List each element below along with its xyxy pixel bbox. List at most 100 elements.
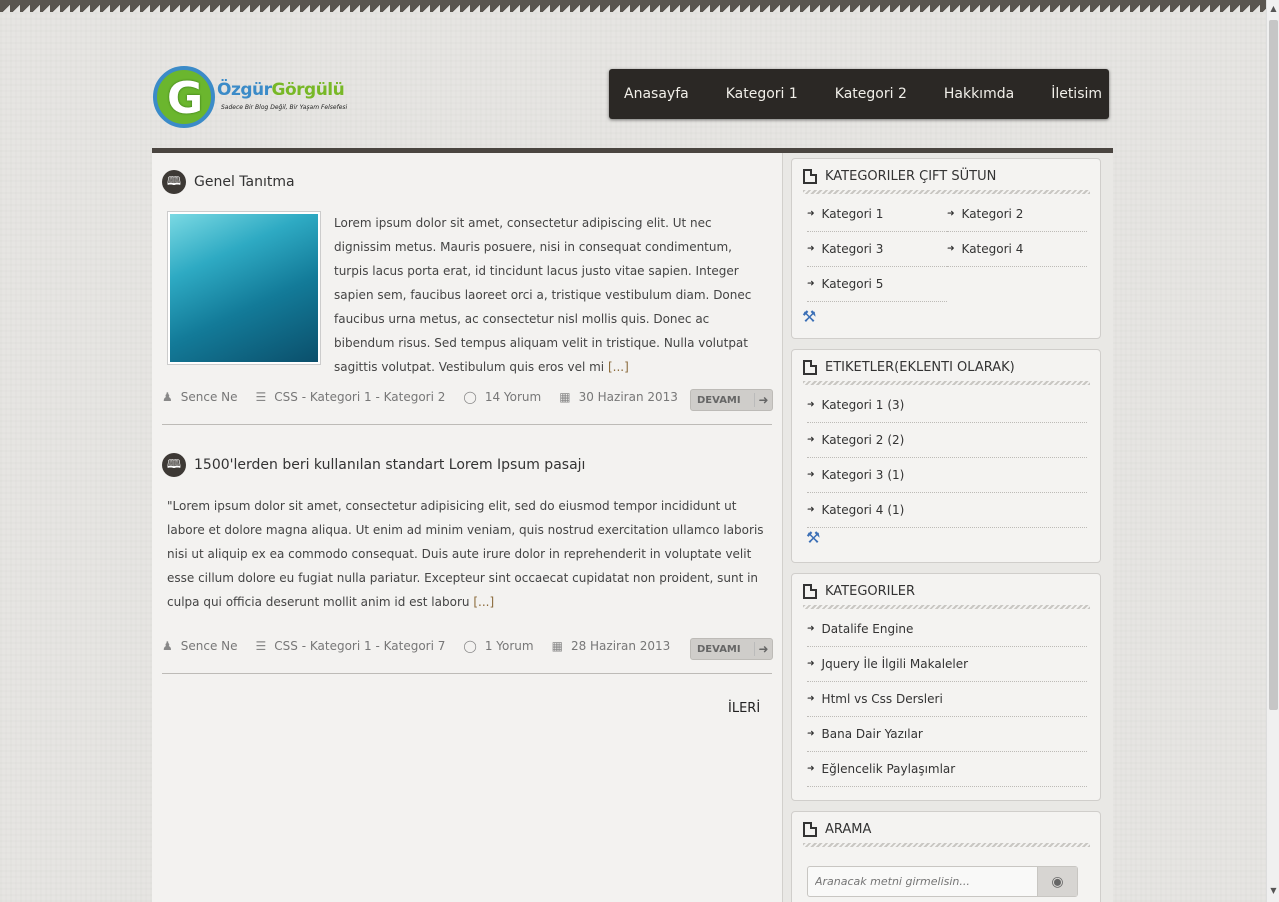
nav-item-contact[interactable]: İletisim xyxy=(1051,86,1102,102)
widget-tags: ETIKETLER(EKLENTI OLARAK) ➜ Kategori 1 (3)… xyxy=(791,349,1101,563)
post-2-title-text[interactable]: 1500'lerden beri kullanılan standart Lor… xyxy=(194,457,585,473)
post-2-categories[interactable]: CSS - Kategori 1 - Kategori 7 xyxy=(274,639,445,653)
arrow-right-icon: ➜ xyxy=(807,764,815,774)
scroll-up-icon[interactable]: ▲ xyxy=(1269,4,1278,16)
tools-icon[interactable]: ⚒ xyxy=(802,307,816,326)
post-1-date: 30 Haziran 2013 xyxy=(578,390,678,404)
category-item[interactable]: ➜ Kategori 3 xyxy=(807,232,947,267)
post-1-title[interactable]: 🕮 Genel Tanıtma xyxy=(162,170,295,194)
arrow-right-icon: ➜ xyxy=(807,694,815,704)
category-item-label: Kategori 1 xyxy=(821,207,884,221)
arrow-right-icon: ➜ xyxy=(754,393,772,407)
category-item[interactable]: ➜ Html vs Css Dersleri xyxy=(807,682,1087,717)
post-2-excerpt: "Lorem ipsum dolor sit amet, consectetur… xyxy=(167,494,771,614)
nav-item-category-1[interactable]: Kategori 1 xyxy=(726,86,798,102)
category-item[interactable]: ➜ Kategori 1 xyxy=(807,197,947,232)
post-2-meta: ♟ Sence Ne ☰ CSS - Kategori 1 - Kategori 7… xyxy=(162,639,688,653)
search-input[interactable] xyxy=(808,867,1037,896)
widget-title-text: ARAMA xyxy=(825,822,872,837)
arrow-right-icon: ➜ xyxy=(947,244,955,254)
tag-item[interactable]: ➜ Kategori 2 (2) xyxy=(807,423,1087,458)
post-1-more-link[interactable]: [...] xyxy=(608,360,629,374)
post-divider xyxy=(162,673,772,674)
arrow-right-icon: ➜ xyxy=(807,505,815,515)
post-2-date: 28 Haziran 2013 xyxy=(570,639,671,653)
category-item-label: Datalife Engine xyxy=(821,622,914,636)
tag-item-label: Kategori 1 xyxy=(821,398,884,412)
post-2-title[interactable]: 🕮 1500'lerden beri kullanılan standart L… xyxy=(162,453,585,477)
arrow-right-icon: ➜ xyxy=(807,244,815,254)
post-1-read-more-button[interactable]: DEVAMI ➜ xyxy=(690,389,773,411)
logo-badge: G xyxy=(153,66,215,128)
nav-item-about[interactable]: Hakkımda xyxy=(944,86,1014,102)
tag-item[interactable]: ➜ Kategori 3 (1) xyxy=(807,458,1087,493)
category-item-label: Kategori 5 xyxy=(821,277,884,291)
tag-item-count: (2) xyxy=(887,433,905,447)
category-item[interactable]: ➜ Kategori 2 xyxy=(947,197,1087,232)
arrow-right-icon: ➜ xyxy=(807,659,815,669)
tag-item-count: (3) xyxy=(887,398,905,412)
category-item[interactable]: ➜ Kategori 4 xyxy=(947,232,1087,267)
document-icon xyxy=(803,584,817,599)
arrow-right-icon: ➜ xyxy=(807,470,815,480)
logo-name-part2: Görgülü xyxy=(271,80,345,100)
category-item-label: Html vs Css Dersleri xyxy=(821,692,943,706)
nav-item-home[interactable]: Anasayfa xyxy=(624,86,689,102)
post-1-title-text[interactable]: Genel Tanıtma xyxy=(194,174,295,190)
site-logo[interactable]: G ÖzgürGörgülü Sadece Bir Blog Değil, Bi… xyxy=(153,62,383,132)
widget-title: ARAMA xyxy=(803,822,871,837)
read-more-label: DEVAMI xyxy=(697,643,741,655)
widget-title: KATEGORILER xyxy=(803,584,915,599)
category-item[interactable]: ➜ Bana Dair Yazılar xyxy=(807,717,1087,752)
category-item[interactable]: ➜ Datalife Engine xyxy=(807,612,1087,647)
top-zigzag-border xyxy=(0,0,1266,12)
post-1-comments[interactable]: 14 Yorum xyxy=(485,390,541,404)
post-1-excerpt: Lorem ipsum dolor sit amet, consectetur … xyxy=(334,211,768,379)
post-1-excerpt-text: Lorem ipsum dolor sit amet, consectetur … xyxy=(334,216,752,374)
tag-item-label: Kategori 2 xyxy=(821,433,884,447)
tag-item-label: Kategori 4 xyxy=(821,503,884,517)
category-item-label: Kategori 4 xyxy=(961,242,1024,256)
category-item[interactable]: ➜ Kategori 5 xyxy=(807,267,947,302)
post-2-author[interactable]: Sence Ne xyxy=(181,639,238,653)
post-1-categories[interactable]: CSS - Kategori 1 - Kategori 2 xyxy=(274,390,445,404)
widget-title-rule xyxy=(803,605,1090,609)
scrollbar-thumb[interactable] xyxy=(1269,20,1278,710)
post-2-excerpt-text: "Lorem ipsum dolor sit amet, consectetur… xyxy=(167,499,764,609)
arrow-right-icon: ➜ xyxy=(807,209,815,219)
post-1-thumbnail[interactable] xyxy=(167,211,321,365)
calendar-icon: ▦ xyxy=(551,639,563,653)
tag-item[interactable]: ➜ Kategori 4 (1) xyxy=(807,493,1087,528)
tag-item[interactable]: ➜ Kategori 1 (3) xyxy=(807,388,1087,423)
category-item[interactable]: ➜ Eğlencelik Paylaşımlar xyxy=(807,752,1087,787)
post-1-meta: ♟ Sence Ne ☰ CSS - Kategori 1 - Kategori 2… xyxy=(162,390,696,404)
tools-icon[interactable]: ⚒ xyxy=(806,528,820,547)
search-button[interactable]: ◉ xyxy=(1037,867,1077,896)
user-icon: ♟ xyxy=(162,639,173,653)
post-1-author[interactable]: Sence Ne xyxy=(181,390,238,404)
comment-icon: ◯ xyxy=(463,639,477,653)
document-icon xyxy=(803,360,817,375)
page-scrollbar[interactable]: ▲ ▼ xyxy=(1266,0,1279,902)
widget-categories: KATEGORILER ➜ Datalife Engine ➜ Jquery İle… xyxy=(791,573,1101,801)
post-2-comments[interactable]: 1 Yorum xyxy=(485,639,534,653)
widget-categories-double: KATEGORILER ÇIFT SÜTUN ➜ Kategori 1 ➜ Kate… xyxy=(791,158,1101,339)
next-page-link[interactable]: İLERİ xyxy=(728,701,760,716)
nav-item-category-2[interactable]: Kategori 2 xyxy=(835,86,907,102)
document-icon xyxy=(803,169,817,184)
post-divider xyxy=(162,424,772,425)
logo-name-part1: Özgür xyxy=(217,80,272,100)
category-item-label: Kategori 2 xyxy=(961,207,1024,221)
widget-title-rule xyxy=(803,843,1090,847)
logo-name: ÖzgürGörgülü xyxy=(217,80,345,100)
widget-title-text: ETIKETLER(EKLENTI OLARAK) xyxy=(825,360,1015,375)
book-icon: 🕮 xyxy=(162,170,186,194)
category-item[interactable]: ➜ Jquery İle İlgili Makaleler xyxy=(807,647,1087,682)
eye-icon: ◉ xyxy=(1051,873,1064,890)
user-icon: ♟ xyxy=(162,390,173,404)
post-2-read-more-button[interactable]: DEVAMI ➜ xyxy=(690,638,773,660)
scroll-down-icon[interactable]: ▼ xyxy=(1269,886,1278,898)
logo-letter: G xyxy=(167,73,204,124)
arrow-right-icon: ➜ xyxy=(807,279,815,289)
post-2-more-link[interactable]: [...] xyxy=(473,595,494,609)
